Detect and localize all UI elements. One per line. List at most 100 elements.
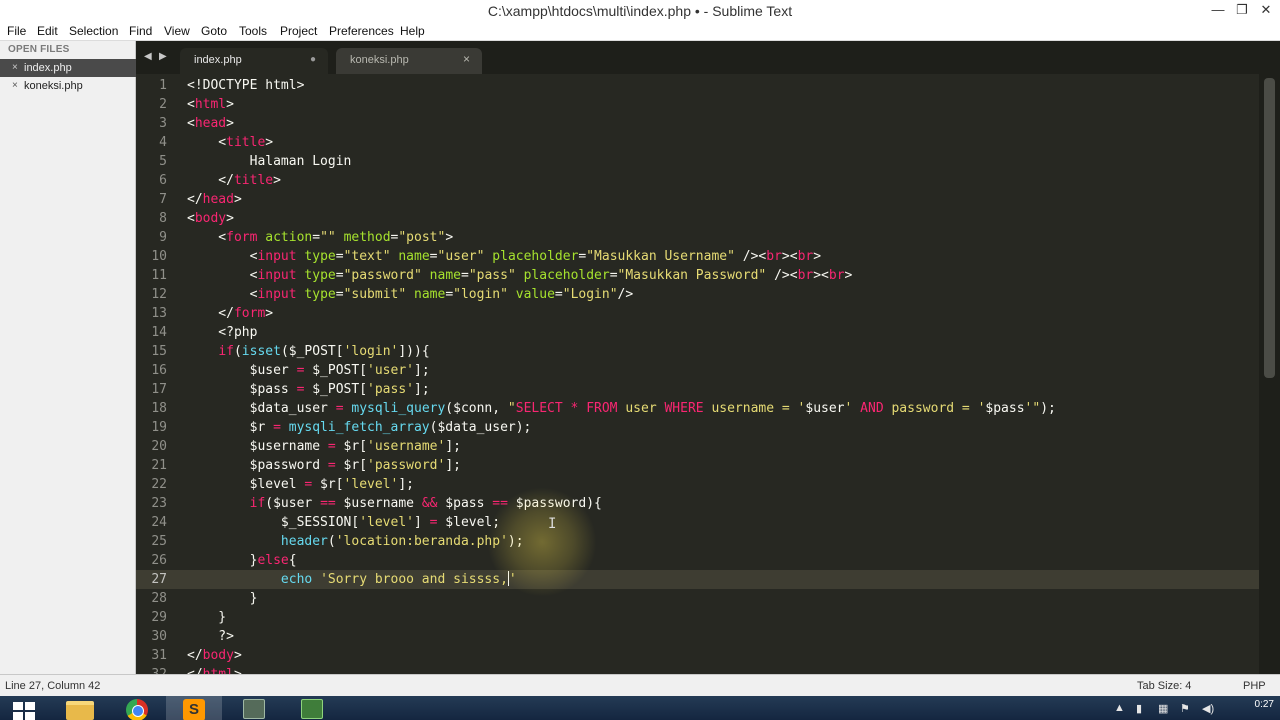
code-text[interactable]: </head> — [187, 190, 242, 209]
close-tab-icon[interactable]: × — [463, 52, 470, 66]
start-button[interactable] — [0, 696, 48, 720]
code-line[interactable]: 21 $password = $r['password']; — [136, 456, 1259, 475]
code-line[interactable]: 16 $user = $_POST['user']; — [136, 361, 1259, 380]
code-text[interactable]: header('location:beranda.php'); — [187, 532, 524, 551]
code-line[interactable]: 3 <head> — [136, 114, 1259, 133]
code-line[interactable]: 6 </title> — [136, 171, 1259, 190]
code-text[interactable]: <input type="text" name="user" placehold… — [187, 247, 821, 266]
code-text[interactable]: $level = $r['level']; — [187, 475, 414, 494]
syntax-indicator[interactable]: PHP — [1243, 680, 1266, 692]
code-text[interactable]: if(isset($_POST['login'])){ — [187, 342, 429, 361]
code-text[interactable]: $password = $r['password']; — [187, 456, 461, 475]
code-line[interactable]: 8 <body> — [136, 209, 1259, 228]
code-text[interactable]: <title> — [187, 133, 273, 152]
menu-help[interactable]: Help — [400, 24, 425, 38]
menu-preferences[interactable]: Preferences — [329, 24, 394, 38]
code-text[interactable]: $_SESSION['level'] = $level; — [187, 513, 500, 532]
code-text[interactable]: <html> — [187, 95, 234, 114]
code-text[interactable]: echo 'Sorry brooo and sissss,' — [187, 570, 517, 589]
code-text[interactable]: <form action="" method="post"> — [187, 228, 453, 247]
code-text[interactable]: </body> — [187, 646, 242, 665]
menu-goto[interactable]: Goto — [201, 24, 227, 38]
code-editor[interactable]: 1 <!DOCTYPE html> 2 <html> 3 <head> 4 <title> 5… — [136, 74, 1259, 674]
taskbar-app-4[interactable] — [226, 696, 282, 720]
code-text[interactable]: Halaman Login — [187, 152, 352, 171]
code-line[interactable]: 18 $data_user = mysqli_query($conn, "SEL… — [136, 399, 1259, 418]
code-line[interactable]: 2 <html> — [136, 95, 1259, 114]
code-line[interactable]: 29 } — [136, 608, 1259, 627]
code-text[interactable]: <body> — [187, 209, 234, 228]
tab-scroll-right-icon[interactable]: ▶ — [159, 51, 167, 62]
code-text[interactable]: </form> — [187, 304, 273, 323]
clock[interactable]: 0:27 — [1255, 699, 1274, 710]
code-text[interactable]: $username = $r['username']; — [187, 437, 461, 456]
menu-project[interactable]: Project — [280, 24, 317, 38]
sidebar-file-index[interactable]: × index.php — [0, 59, 136, 77]
code-line[interactable]: 31 </body> — [136, 646, 1259, 665]
code-text[interactable]: <input type="password" name="pass" place… — [187, 266, 853, 285]
menu-tools[interactable]: Tools — [239, 24, 267, 38]
code-line[interactable]: 30 ?> — [136, 627, 1259, 646]
unsaved-dot-icon[interactable]: ● — [310, 54, 316, 65]
code-text[interactable]: } — [187, 608, 226, 627]
code-text[interactable]: ?> — [187, 627, 234, 646]
code-line[interactable]: 22 $level = $r['level']; — [136, 475, 1259, 494]
show-hidden-icons-icon[interactable]: ▲ — [1114, 702, 1125, 714]
code-text[interactable]: }else{ — [187, 551, 297, 570]
flag-icon[interactable]: ⚑ — [1180, 702, 1190, 715]
code-line[interactable]: 15 if(isset($_POST['login'])){ — [136, 342, 1259, 361]
code-line[interactable]: 9 <form action="" method="post"> — [136, 228, 1259, 247]
tab-koneksi-php[interactable]: koneksi.php × — [336, 48, 482, 74]
code-line[interactable]: 27 echo 'Sorry brooo and sissss,' — [136, 570, 1259, 589]
code-line[interactable]: 12 <input type="submit" name="login" val… — [136, 285, 1259, 304]
code-line[interactable]: 23 if($user == $username && $pass == $pa… — [136, 494, 1259, 513]
menu-file[interactable]: File — [7, 24, 26, 38]
code-text[interactable]: <head> — [187, 114, 234, 133]
close-file-icon[interactable]: × — [12, 62, 18, 73]
code-text[interactable]: </title> — [187, 171, 281, 190]
code-text[interactable]: <input type="submit" name="login" value=… — [187, 285, 634, 304]
tab-size-indicator[interactable]: Tab Size: 4 — [1137, 680, 1191, 692]
code-line[interactable]: 10 <input type="text" name="user" placeh… — [136, 247, 1259, 266]
code-line[interactable]: 11 <input type="password" name="pass" pl… — [136, 266, 1259, 285]
code-line[interactable]: 26 }else{ — [136, 551, 1259, 570]
minimize-button[interactable]: — — [1206, 0, 1230, 22]
battery-icon[interactable]: ▮ — [1136, 702, 1142, 715]
taskbar-chrome[interactable] — [108, 696, 164, 720]
code-text[interactable]: } — [187, 589, 258, 608]
menu-edit[interactable]: Edit — [37, 24, 58, 38]
tab-scroll-left-icon[interactable]: ◀ — [144, 51, 152, 62]
code-line[interactable]: 14 <?php — [136, 323, 1259, 342]
code-line[interactable]: 19 $r = mysqli_fetch_array($data_user); — [136, 418, 1259, 437]
code-line[interactable]: 1 <!DOCTYPE html> — [136, 76, 1259, 95]
taskbar-explorer[interactable] — [50, 696, 106, 720]
code-line[interactable]: 17 $pass = $_POST['pass']; — [136, 380, 1259, 399]
code-text[interactable]: $user = $_POST['user']; — [187, 361, 430, 380]
restore-button[interactable]: ❐ — [1230, 0, 1254, 22]
code-line[interactable]: 5 Halaman Login — [136, 152, 1259, 171]
code-text[interactable]: </html> — [187, 665, 242, 674]
code-line[interactable]: 13 </form> — [136, 304, 1259, 323]
code-text[interactable]: $pass = $_POST['pass']; — [187, 380, 430, 399]
close-window-button[interactable]: ✕ — [1254, 0, 1278, 22]
code-line[interactable]: 24 $_SESSION['level'] = $level; — [136, 513, 1259, 532]
tab-index-php[interactable]: index.php ● — [180, 48, 328, 74]
close-file-icon[interactable]: × — [12, 80, 18, 91]
code-line[interactable]: 25 header('location:beranda.php'); — [136, 532, 1259, 551]
code-text[interactable]: <!DOCTYPE html> — [187, 76, 304, 95]
menu-selection[interactable]: Selection — [69, 24, 118, 38]
code-text[interactable]: $r = mysqli_fetch_array($data_user); — [187, 418, 532, 437]
code-line[interactable]: 4 <title> — [136, 133, 1259, 152]
volume-icon[interactable]: ◀) — [1202, 702, 1214, 715]
code-line[interactable]: 7 </head> — [136, 190, 1259, 209]
scrollbar-thumb[interactable] — [1264, 78, 1275, 378]
code-text[interactable]: $data_user = mysqli_query($conn, "SELECT… — [187, 399, 1056, 418]
sidebar-file-koneksi[interactable]: × koneksi.php — [0, 77, 136, 95]
code-line[interactable]: 20 $username = $r['username']; — [136, 437, 1259, 456]
vertical-scrollbar[interactable] — [1259, 74, 1280, 674]
code-text[interactable]: <?php — [187, 323, 257, 342]
taskbar-sublime[interactable]: S — [166, 696, 222, 720]
network-icon[interactable]: ▦ — [1158, 702, 1168, 715]
code-text[interactable]: if($user == $username && $pass == $passw… — [187, 494, 602, 513]
menu-view[interactable]: View — [164, 24, 190, 38]
